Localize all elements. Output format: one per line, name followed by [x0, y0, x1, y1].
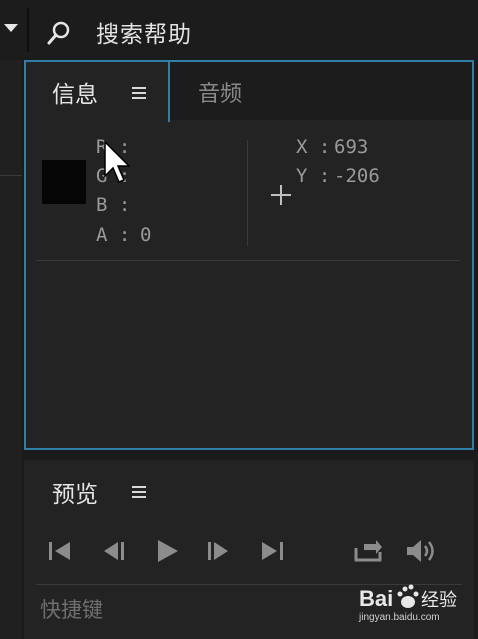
dropdown-arrow-icon[interactable]	[4, 24, 18, 32]
panel-menu-icon[interactable]	[132, 87, 146, 99]
play-icon[interactable]	[154, 538, 180, 564]
last-frame-icon[interactable]	[258, 538, 286, 564]
a-label: A :	[96, 224, 131, 246]
previous-frame-icon[interactable]	[100, 538, 128, 564]
shortcut-label[interactable]: 快捷键	[40, 594, 103, 624]
a-value: 0	[140, 224, 152, 246]
search-help-field[interactable]: 搜索帮助	[96, 15, 192, 49]
info-panel: 信息 音频 R : G : B : A : 0 X : 693 Y : -206	[24, 60, 474, 450]
mouse-cursor-icon	[104, 140, 131, 183]
b-label: B :	[96, 194, 131, 216]
svg-text:Bai: Bai	[359, 586, 393, 611]
left-panel-divider	[0, 175, 22, 176]
y-value: -206	[334, 165, 380, 187]
info-divider-horizontal	[36, 260, 460, 261]
watermark-url: jingyan.baidu.com	[359, 612, 440, 623]
next-frame-icon[interactable]	[204, 538, 232, 564]
baidu-jingyan-logo: Bai 经验	[359, 584, 457, 611]
y-label: Y :	[296, 165, 331, 187]
toolbar-divider	[27, 8, 29, 52]
first-frame-icon[interactable]	[46, 538, 74, 564]
tab-audio-label: 音频	[198, 82, 243, 107]
preview-menu-icon[interactable]	[132, 486, 146, 498]
preview-title: 预览	[52, 482, 98, 508]
tab-info-label: 信息	[52, 82, 98, 108]
loop-icon[interactable]	[352, 538, 384, 564]
audio-icon[interactable]	[404, 538, 438, 564]
tab-info[interactable]: 信息	[26, 62, 170, 122]
top-toolbar: 搜索帮助	[0, 0, 478, 58]
tab-audio[interactable]: 音频	[172, 62, 292, 120]
left-panel-edge	[0, 60, 22, 639]
crosshair-icon	[271, 185, 291, 205]
color-swatch	[42, 160, 86, 204]
svg-text:经验: 经验	[421, 590, 457, 611]
info-divider-vertical	[247, 140, 248, 246]
search-icon[interactable]	[46, 20, 72, 46]
x-label: X :	[296, 136, 331, 158]
x-value: 693	[334, 136, 369, 158]
